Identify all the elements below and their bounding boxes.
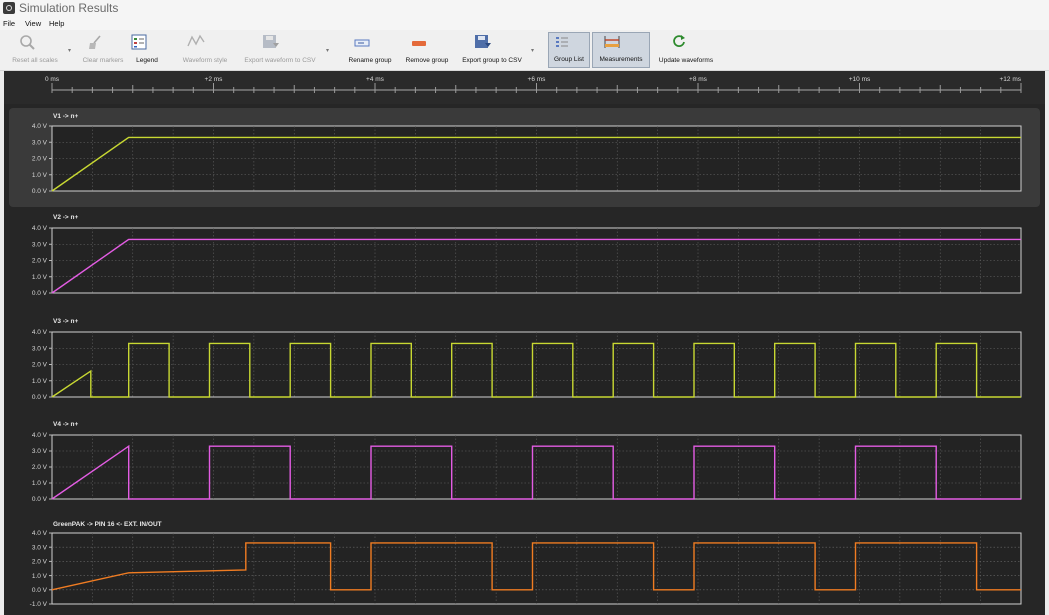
y-tick-label: -1.0 V	[30, 601, 48, 608]
waveform-title: GreenPAK -> PIN 16 <- EXT. IN/OUT	[53, 521, 162, 528]
time-tick-label: +6 ms	[528, 76, 547, 83]
rename-group-label: Rename group	[348, 57, 392, 64]
title-bar: Simulation Results	[0, 0, 1049, 18]
waveform-title: V4 -> n+	[53, 421, 78, 428]
menu-view[interactable]: View	[25, 19, 41, 28]
time-tick-label: +8 ms	[689, 76, 708, 83]
list-icon	[556, 37, 568, 47]
reset-all-scales-button[interactable]: Reset all scales	[4, 32, 66, 68]
y-tick-label: 1.0 V	[32, 573, 48, 580]
app-icon	[3, 2, 15, 14]
time-tick-label: +12 ms	[1000, 76, 1022, 83]
y-tick-label: 3.0 V	[32, 544, 48, 551]
legend-button[interactable]: Legend	[131, 32, 162, 68]
magnifier-icon	[20, 35, 35, 50]
legend-label: Legend	[136, 57, 158, 64]
clear-markers-label: Clear markers	[82, 57, 124, 64]
measurements-label: Measurements	[599, 56, 643, 63]
update-waveforms-label: Update waveforms	[658, 57, 714, 64]
y-tick-label: 4.0 V	[32, 432, 48, 439]
y-tick-label: 0.0 V	[32, 188, 48, 195]
y-tick-label: 3.0 V	[32, 448, 48, 455]
export-disk-icon	[263, 35, 279, 48]
y-tick-label: 4.0 V	[32, 123, 48, 130]
y-tick-label: 1.0 V	[32, 274, 48, 281]
y-tick-label: 0.0 V	[32, 394, 48, 401]
y-tick-label: 1.0 V	[32, 480, 48, 487]
export-group-csv-button[interactable]: Export group to CSV	[457, 32, 527, 68]
y-tick-label: 2.0 V	[32, 362, 48, 369]
measurements-toggle[interactable]: Measurements	[592, 32, 650, 68]
group-list-toggle[interactable]: Group List	[548, 32, 590, 68]
y-tick-label: 2.0 V	[32, 258, 48, 265]
menu-bar: File View Help	[0, 18, 1049, 30]
y-tick-label: 3.0 V	[32, 345, 48, 352]
export-group-dropdown-arrow[interactable]: ▾	[531, 47, 534, 54]
y-tick-label: 0.0 V	[32, 496, 48, 503]
reset-dropdown-arrow[interactable]: ▾	[68, 47, 71, 54]
y-tick-label: 4.0 V	[32, 329, 48, 336]
remove-group-label: Remove group	[405, 57, 449, 64]
waveform-style-button[interactable]: Waveform style	[176, 32, 234, 68]
time-ruler-bg	[4, 71, 1045, 104]
toolbar: Reset all scales ▾ Clear markers Legend …	[0, 30, 1049, 71]
export-waveform-dropdown-arrow[interactable]: ▾	[326, 47, 329, 54]
waveform-style-icon	[187, 34, 205, 47]
broom-icon	[89, 35, 101, 49]
ruler-icon	[604, 36, 620, 48]
export-group-disk-icon	[475, 35, 491, 48]
time-tick-label: +2 ms	[205, 76, 224, 83]
group-list-label: Group List	[554, 56, 584, 63]
time-tick-label: +4 ms	[366, 76, 385, 83]
export-group-csv-label: Export group to CSV	[462, 57, 522, 64]
menu-file[interactable]: File	[3, 19, 15, 28]
waveform-title: V3 -> n+	[53, 318, 78, 325]
clear-markers-button[interactable]: Clear markers	[76, 32, 130, 68]
reset-all-scales-label: Reset all scales	[12, 57, 58, 64]
y-tick-label: 4.0 V	[32, 530, 48, 537]
y-tick-label: 1.0 V	[32, 378, 48, 385]
window-title: Simulation Results	[19, 1, 119, 15]
y-tick-label: 0.0 V	[32, 290, 48, 297]
remove-icon	[412, 41, 426, 46]
y-tick-label: 2.0 V	[32, 156, 48, 163]
refresh-icon	[673, 35, 685, 47]
y-tick-label: 3.0 V	[32, 139, 48, 146]
legend-icon	[131, 34, 147, 50]
y-tick-label: 3.0 V	[32, 241, 48, 248]
y-tick-label: 0.0 V	[32, 587, 48, 594]
rename-group-button[interactable]: Rename group	[343, 32, 397, 68]
rename-icon	[354, 39, 370, 47]
y-tick-label: 2.0 V	[32, 559, 48, 566]
menu-help[interactable]: Help	[49, 19, 64, 28]
time-tick-label: 0 ms	[45, 76, 60, 83]
waveform-plot-area[interactable]: 0 ms +2 ms +4 ms +6 ms +8 ms +10 ms +12 ms V1 -…	[4, 71, 1045, 615]
waveform-title: V2 -> n+	[53, 214, 78, 221]
update-waveforms-button[interactable]: Update waveforms	[654, 32, 718, 68]
time-tick-label: +10 ms	[849, 76, 871, 83]
y-tick-label: 1.0 V	[32, 172, 48, 179]
y-tick-label: 4.0 V	[32, 225, 48, 232]
waveform-title: V1 -> n+	[53, 113, 78, 120]
y-tick-label: 2.0 V	[32, 464, 48, 471]
waveform-style-label: Waveform style	[182, 57, 228, 64]
waveform-svg: 0 ms +2 ms +4 ms +6 ms +8 ms +10 ms +12 ms V1 -…	[4, 71, 1045, 608]
remove-group-button[interactable]: Remove group	[401, 32, 453, 68]
export-waveform-csv-label: Export waveform to CSV	[244, 57, 316, 64]
export-waveform-csv-button[interactable]: Export waveform to CSV	[238, 32, 322, 68]
